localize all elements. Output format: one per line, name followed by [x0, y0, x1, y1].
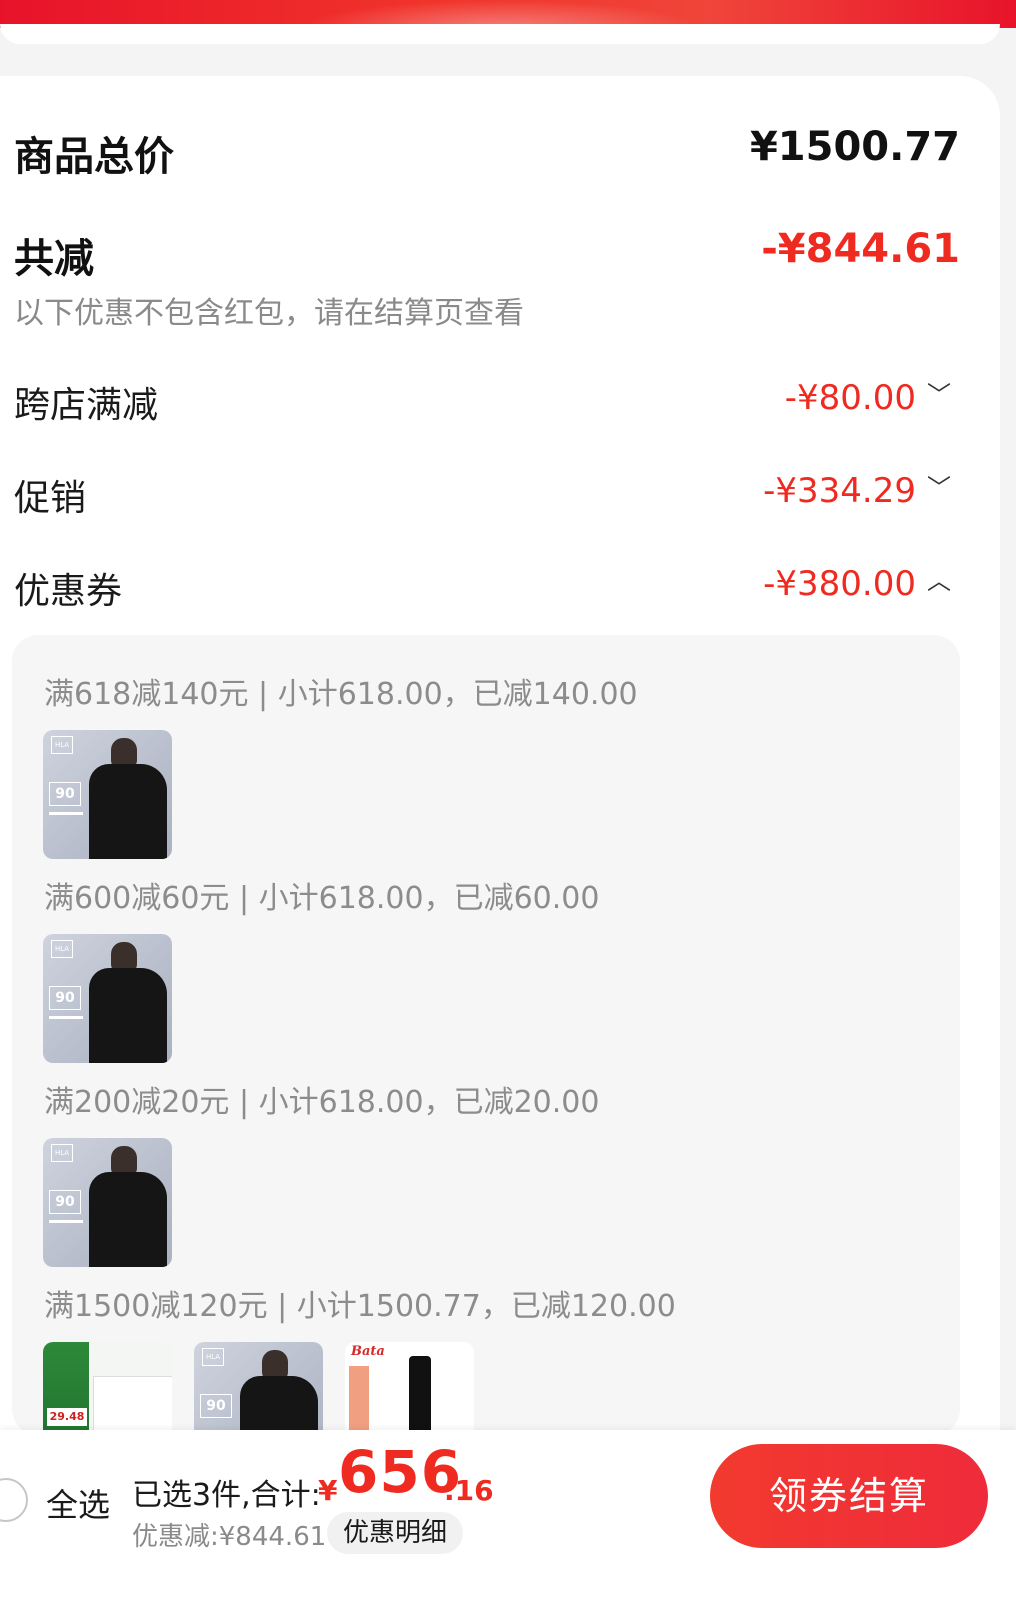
- detail-label: 优惠券: [14, 571, 123, 612]
- total-price-label: 商品总价: [14, 134, 174, 180]
- discount-detail-button[interactable]: 优惠明细: [327, 1512, 463, 1554]
- brand-logo: HLA: [51, 736, 73, 754]
- jacket-shape: [89, 764, 167, 859]
- badge-90: 90: [49, 986, 81, 1010]
- boot-shaft: [409, 1356, 431, 1435]
- product-thumbnail[interactable]: HLA 90: [43, 730, 172, 859]
- product-thumbnail[interactable]: HLA 90: [194, 1342, 323, 1435]
- badge-90: 90: [49, 782, 81, 806]
- total-reduce-label: 共减: [14, 236, 94, 282]
- jacket-shape: [89, 968, 167, 1063]
- badge-stripe: [49, 812, 83, 815]
- chevron-up-icon[interactable]: ︿: [924, 566, 954, 596]
- total-reduce-row: 共减 -¥844.61: [14, 222, 960, 282]
- coupon-rule: 满200减20元 | 小计618.00，已减20.00: [44, 1085, 600, 1120]
- detail-value: -¥80.00: [784, 378, 916, 418]
- coupon-detail-box: 满618减140元 | 小计618.00，已减140.00 HLA 90 满60…: [12, 635, 960, 1435]
- selected-summary: 已选3件,合计:: [132, 1478, 321, 1513]
- brand-logo: HLA: [51, 1144, 73, 1162]
- jacket-shape: [89, 1172, 167, 1267]
- boot-brand-logo: Bata: [351, 1344, 385, 1359]
- select-all-radio[interactable]: [0, 1478, 28, 1522]
- chevron-down-icon[interactable]: ﹀: [924, 380, 954, 410]
- badge-stripe: [49, 1016, 83, 1019]
- product-thumbnail[interactable]: Bata: [345, 1342, 474, 1435]
- detail-label: 跨店满减: [14, 385, 159, 426]
- socket-price-tag: 29.48: [47, 1408, 87, 1426]
- product-thumbnail[interactable]: HLA 90: [43, 1138, 172, 1267]
- detail-row-promotion[interactable]: 促销 -¥334.29 ﹀: [14, 469, 954, 519]
- detail-row-coupon[interactable]: 优惠券 -¥380.00 ︿: [14, 562, 954, 612]
- checkout-button[interactable]: 领券结算: [710, 1444, 988, 1548]
- coupon-rule: 满618减140元 | 小计618.00，已减140.00: [44, 677, 638, 712]
- top-card-edge: [0, 24, 1000, 44]
- detail-label: 促销: [14, 478, 87, 519]
- badge-stripe: [49, 1220, 83, 1223]
- select-all-label[interactable]: 全选: [46, 1480, 110, 1526]
- checkout-bar: 全选 已选3件,合计: ¥ 656 .16 优惠减:¥844.61 优惠明细 领…: [0, 1430, 1016, 1601]
- detail-value: -¥380.00: [763, 564, 916, 604]
- detail-value: -¥334.29: [763, 471, 916, 511]
- product-thumbnail[interactable]: HLA 90: [43, 934, 172, 1063]
- brand-logo: HLA: [51, 940, 73, 958]
- chevron-down-icon[interactable]: ﹀: [924, 473, 954, 503]
- total-price-decimal: .16: [444, 1474, 494, 1507]
- total-price-row: 商品总价 ¥1500.77: [14, 120, 960, 180]
- total-reduce-value: -¥844.61: [761, 226, 960, 272]
- currency-symbol: ¥: [318, 1474, 338, 1507]
- boot-side-banner: [349, 1366, 369, 1435]
- reduce-note: 以下优惠不包含红包，请在结算页查看: [14, 296, 524, 331]
- badge-90: 90: [49, 1190, 81, 1214]
- brand-logo: HLA: [202, 1348, 224, 1366]
- product-thumbnail[interactable]: 29.48: [43, 1342, 172, 1435]
- detail-row-cross-store[interactable]: 跨店满减 -¥80.00 ﹀: [14, 376, 954, 426]
- socket-plate: [93, 1376, 172, 1435]
- total-price-value: ¥1500.77: [749, 124, 960, 170]
- coupon-rule: 满1500减120元 | 小计1500.77，已减120.00: [44, 1289, 676, 1324]
- discount-text: 优惠减:¥844.61: [132, 1522, 327, 1552]
- jacket-shape: [240, 1376, 318, 1435]
- badge-90: 90: [200, 1394, 232, 1418]
- coupon-rule: 满600减60元 | 小计618.00，已减60.00: [44, 881, 600, 916]
